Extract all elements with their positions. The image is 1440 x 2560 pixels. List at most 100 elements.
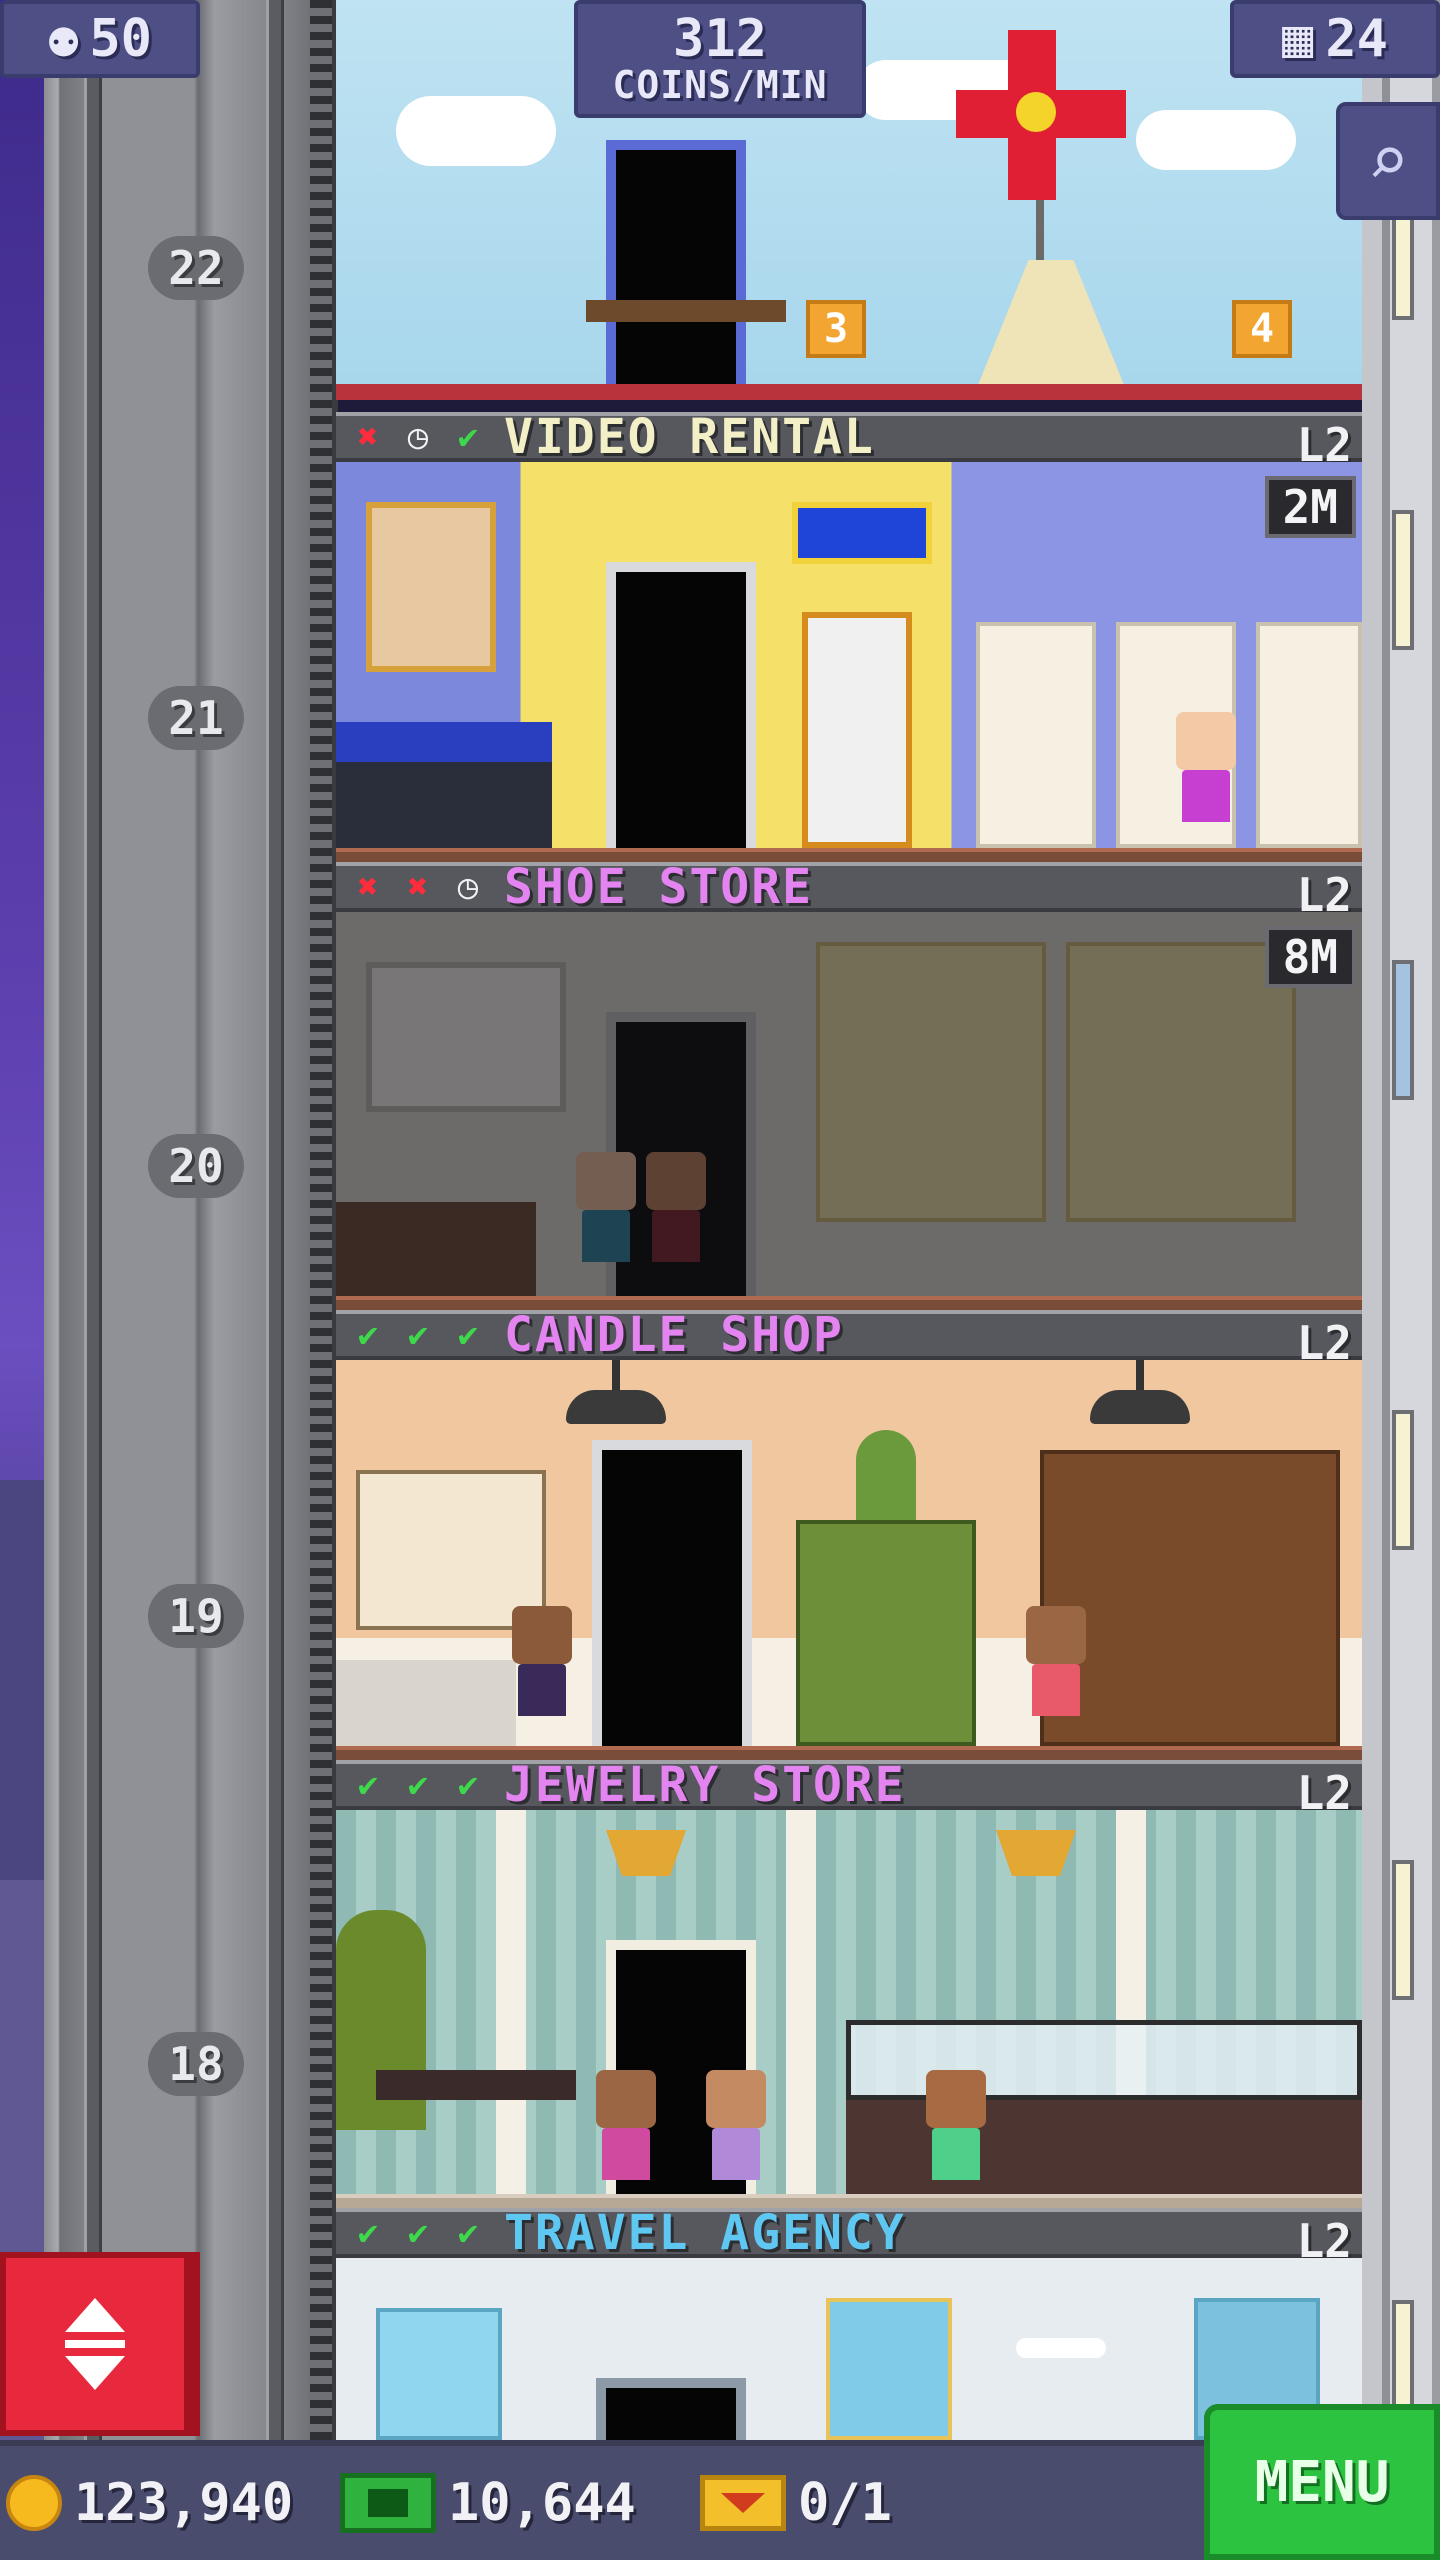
lobby-floor-strip [336,384,1362,400]
floor-travel-agency[interactable]: ✔ ✔ ✔ TRAVEL AGENCY L2 [336,2205,1362,2440]
windmill-base [976,260,1126,390]
floor-video-rental[interactable]: ✖ ◷ ✔ VIDEO RENTAL L2 2M [336,409,1362,862]
floor-stat-icons: ✔ ✔ ✔ [336,2213,490,2253]
chandelier [606,1830,686,1876]
check-icon: ✔ [357,1765,379,1805]
floor-candle-shop[interactable]: ✔ ✔ ✔ CANDLE SHOP L2 [336,1307,1362,1760]
outer-window [1392,1860,1414,2000]
bux-icon [340,2473,436,2533]
column [786,1810,816,2194]
candle-table [796,1520,976,1746]
floor-jewelry-store[interactable]: ✔ ✔ ✔ JEWELRY STORE L2 [336,1757,1362,2208]
coins-per-min-panel: 312 COINS/MIN [574,0,866,118]
floor-header: ✔ ✔ ✔ TRAVEL AGENCY L2 [336,2205,1362,2268]
elevator-stop-sign: 4 [1232,300,1292,358]
clock-icon: ◷ [407,417,429,457]
rental-sign [792,502,932,564]
bellhop-cart [586,300,786,322]
shoe-store-room [336,912,1362,1296]
ceiling-lamp [566,1390,666,1424]
jewelry-counter [846,2100,1362,2194]
jewelry-display-table [376,2070,576,2100]
customer[interactable] [596,2070,656,2180]
up-arrow-icon [65,2298,125,2332]
shop-door [592,1440,752,1746]
floor-base [336,848,1362,862]
floor-number-label: 21 [148,686,244,750]
coin-icon [6,2475,62,2531]
ceiling-lamp-cord [1136,1360,1144,1390]
shop-door [606,562,756,848]
floor-stat-icons: ✖ ◷ ✔ [336,417,490,457]
candle-counter [336,1660,516,1746]
candle-shop-room [336,1360,1362,1746]
rental-counter-front [336,762,552,848]
population-value: 50 [89,9,152,69]
elevator-button[interactable] [0,2252,200,2436]
floor-header: ✖ ◷ ✔ VIDEO RENTAL L2 [336,409,1362,472]
coins-display[interactable]: 123,940 [6,2446,293,2560]
check-icon: ✔ [407,1315,429,1355]
floor-number-label: 18 [148,2032,244,2096]
restock-timer[interactable]: 2M [1264,476,1356,538]
floor-name: TRAVEL AGENCY [504,2205,906,2261]
x-icon: ✖ [407,867,429,907]
floor-name: VIDEO RENTAL [504,409,875,465]
population-counter[interactable]: ⚉ 50 [0,0,200,78]
customer[interactable] [512,1606,572,1716]
floor-base [336,1296,1362,1310]
floor-name: SHOE STORE [504,859,813,915]
floor-header: ✖ ✖ ◷ SHOE STORE L2 [336,859,1362,922]
cloud [396,96,556,166]
down-arrow-icon [65,2356,125,2390]
floor-stat-icons: ✔ ✔ ✔ [336,1765,490,1805]
jewelry-store-room [336,1810,1362,2194]
jewelry-glass-case [846,2020,1362,2100]
column [496,1810,526,2194]
elevator-chain [310,0,332,2440]
coins-per-min-value: 312 [673,8,767,69]
customer[interactable] [706,2070,766,2180]
floor-stat-icons: ✖ ✖ ◷ [336,867,490,907]
x-icon: ✖ [357,867,379,907]
customer[interactable] [1026,1606,1086,1716]
restock-timer[interactable]: 8M [1264,926,1356,988]
closed-shade [336,912,1362,1296]
floor-stat-icons: ✔ ✔ ✔ [336,1315,490,1355]
floor-number-label: 20 [148,1134,244,1198]
building-outer-wall [1362,0,1440,2440]
coins-per-min-label: COINS/MIN [612,63,828,108]
floor-number-label: 22 [148,236,244,300]
outer-window [1392,510,1414,650]
rental-counter [336,722,552,762]
menu-button[interactable]: MENU [1204,2404,1440,2560]
floor-name: JEWELRY STORE [504,1757,906,1813]
video-shelf [976,622,1096,848]
floor-counter[interactable]: ▦ 24 [1230,0,1440,78]
airplane-model [1016,2338,1106,2358]
customer[interactable] [926,2070,986,2180]
tickets-display[interactable]: 0/1 [700,2446,892,2560]
divider [65,2340,125,2348]
person-icon: ⚉ [48,9,80,69]
zoom-button[interactable]: ⌕ [1336,102,1440,220]
outer-window [1392,960,1414,1100]
floor-shoe-store[interactable]: ✖ ✖ ◷ SHOE STORE L2 8M [336,859,1362,1310]
check-icon: ✔ [407,2213,429,2253]
flower-vase [856,1430,916,1520]
ceiling-lamp [1090,1390,1190,1424]
outer-window [1392,1410,1414,1550]
customer[interactable] [1176,712,1236,822]
travel-poster-cruise [376,2308,502,2440]
floor-name: CANDLE SHOP [504,1307,844,1363]
windmill-hub [1016,92,1056,132]
elevator-rail [84,0,102,2440]
lobby-door [606,140,746,400]
bux-display[interactable]: 10,644 [340,2446,636,2560]
ticket-icon [700,2475,786,2531]
city-background [0,0,44,2440]
check-icon: ✔ [457,2213,479,2253]
elevator-stop-sign: 3 [806,300,866,358]
travel-poster-beach [826,2298,952,2440]
check-icon: ✔ [457,1315,479,1355]
